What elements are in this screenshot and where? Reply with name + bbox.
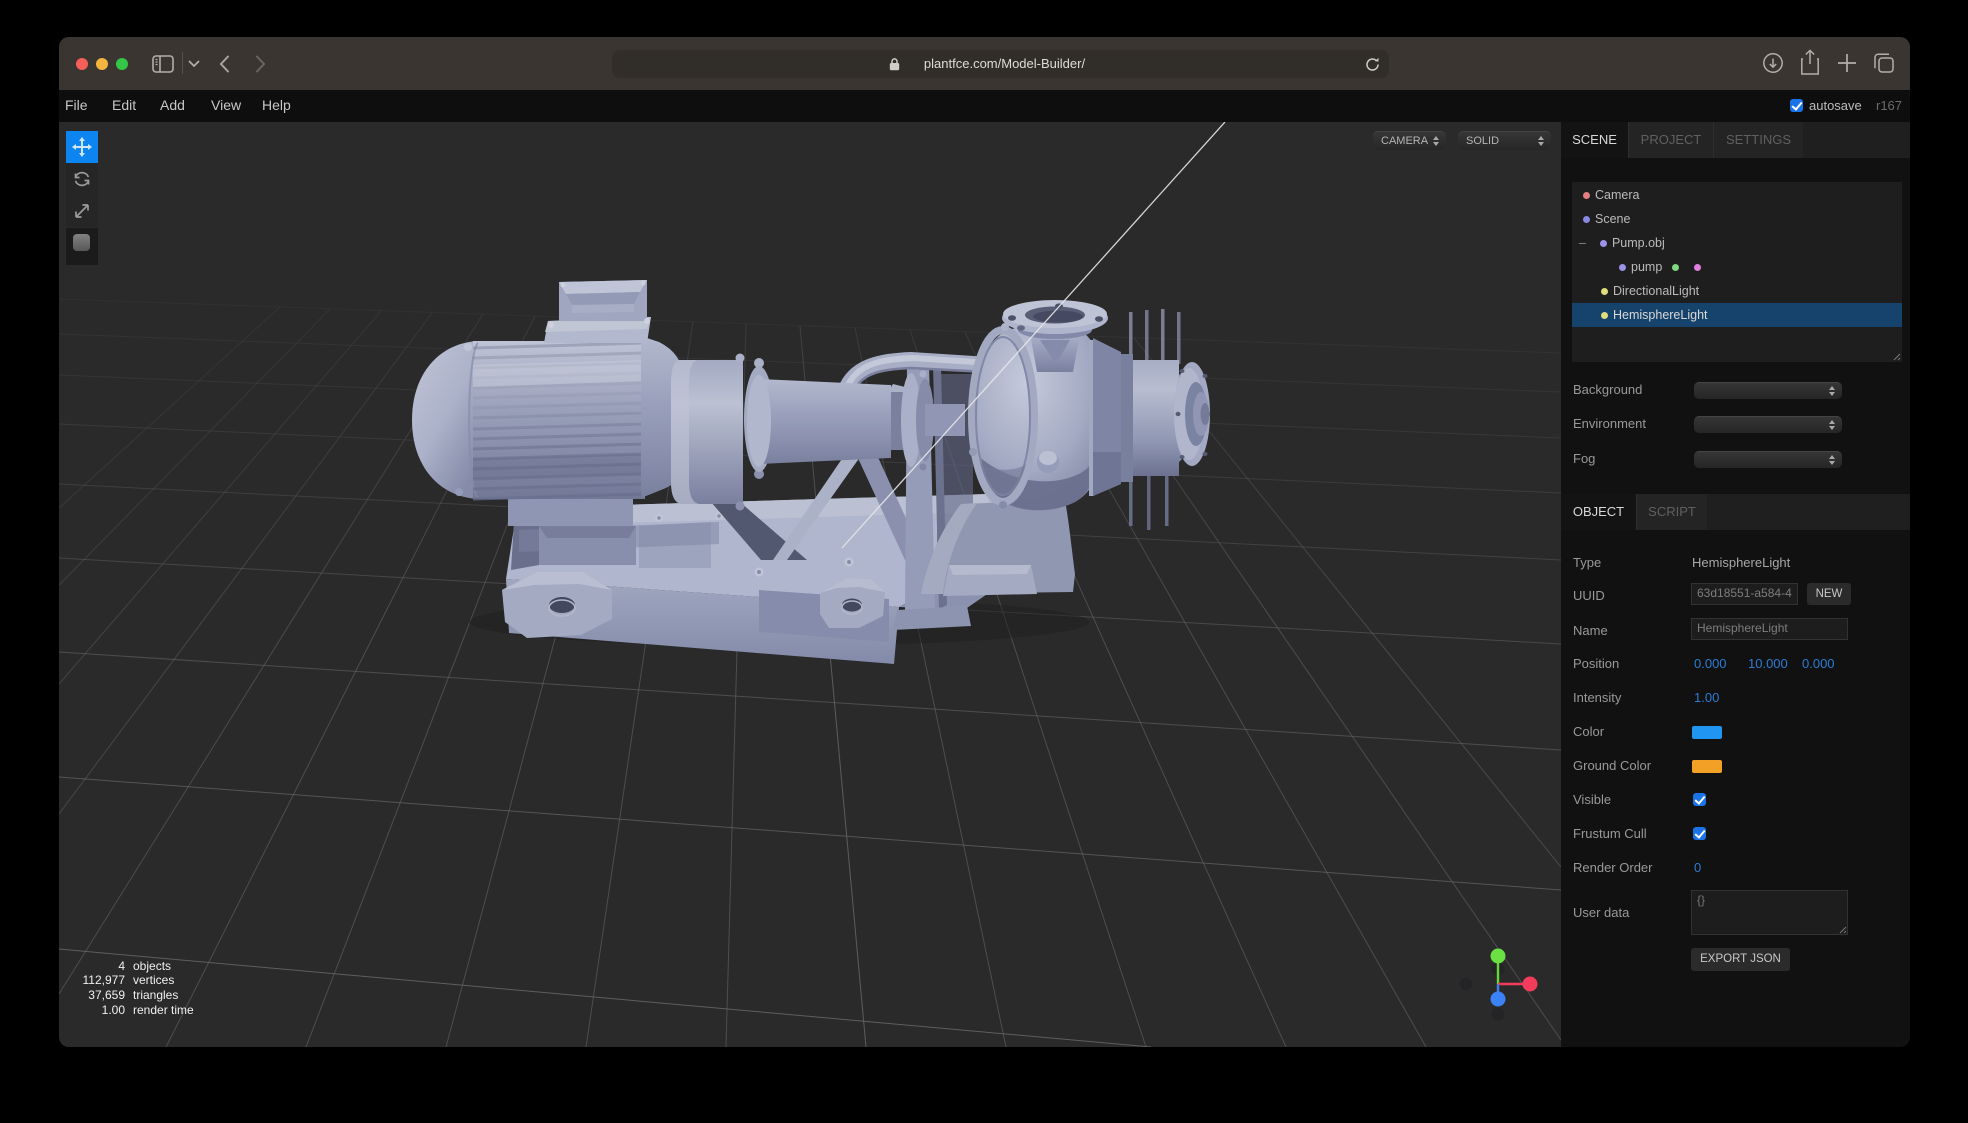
svg-text:vertices: vertices: [133, 973, 174, 987]
svg-text:1.00: 1.00: [102, 1003, 126, 1017]
svg-text:37,659: 37,659: [88, 988, 125, 1002]
svg-text:render time: render time: [133, 1003, 194, 1017]
svg-text:112,977: 112,977: [83, 973, 126, 987]
svg-text:4: 4: [118, 959, 125, 973]
svg-text:objects: objects: [133, 959, 171, 973]
svg-text:triangles: triangles: [133, 988, 178, 1002]
